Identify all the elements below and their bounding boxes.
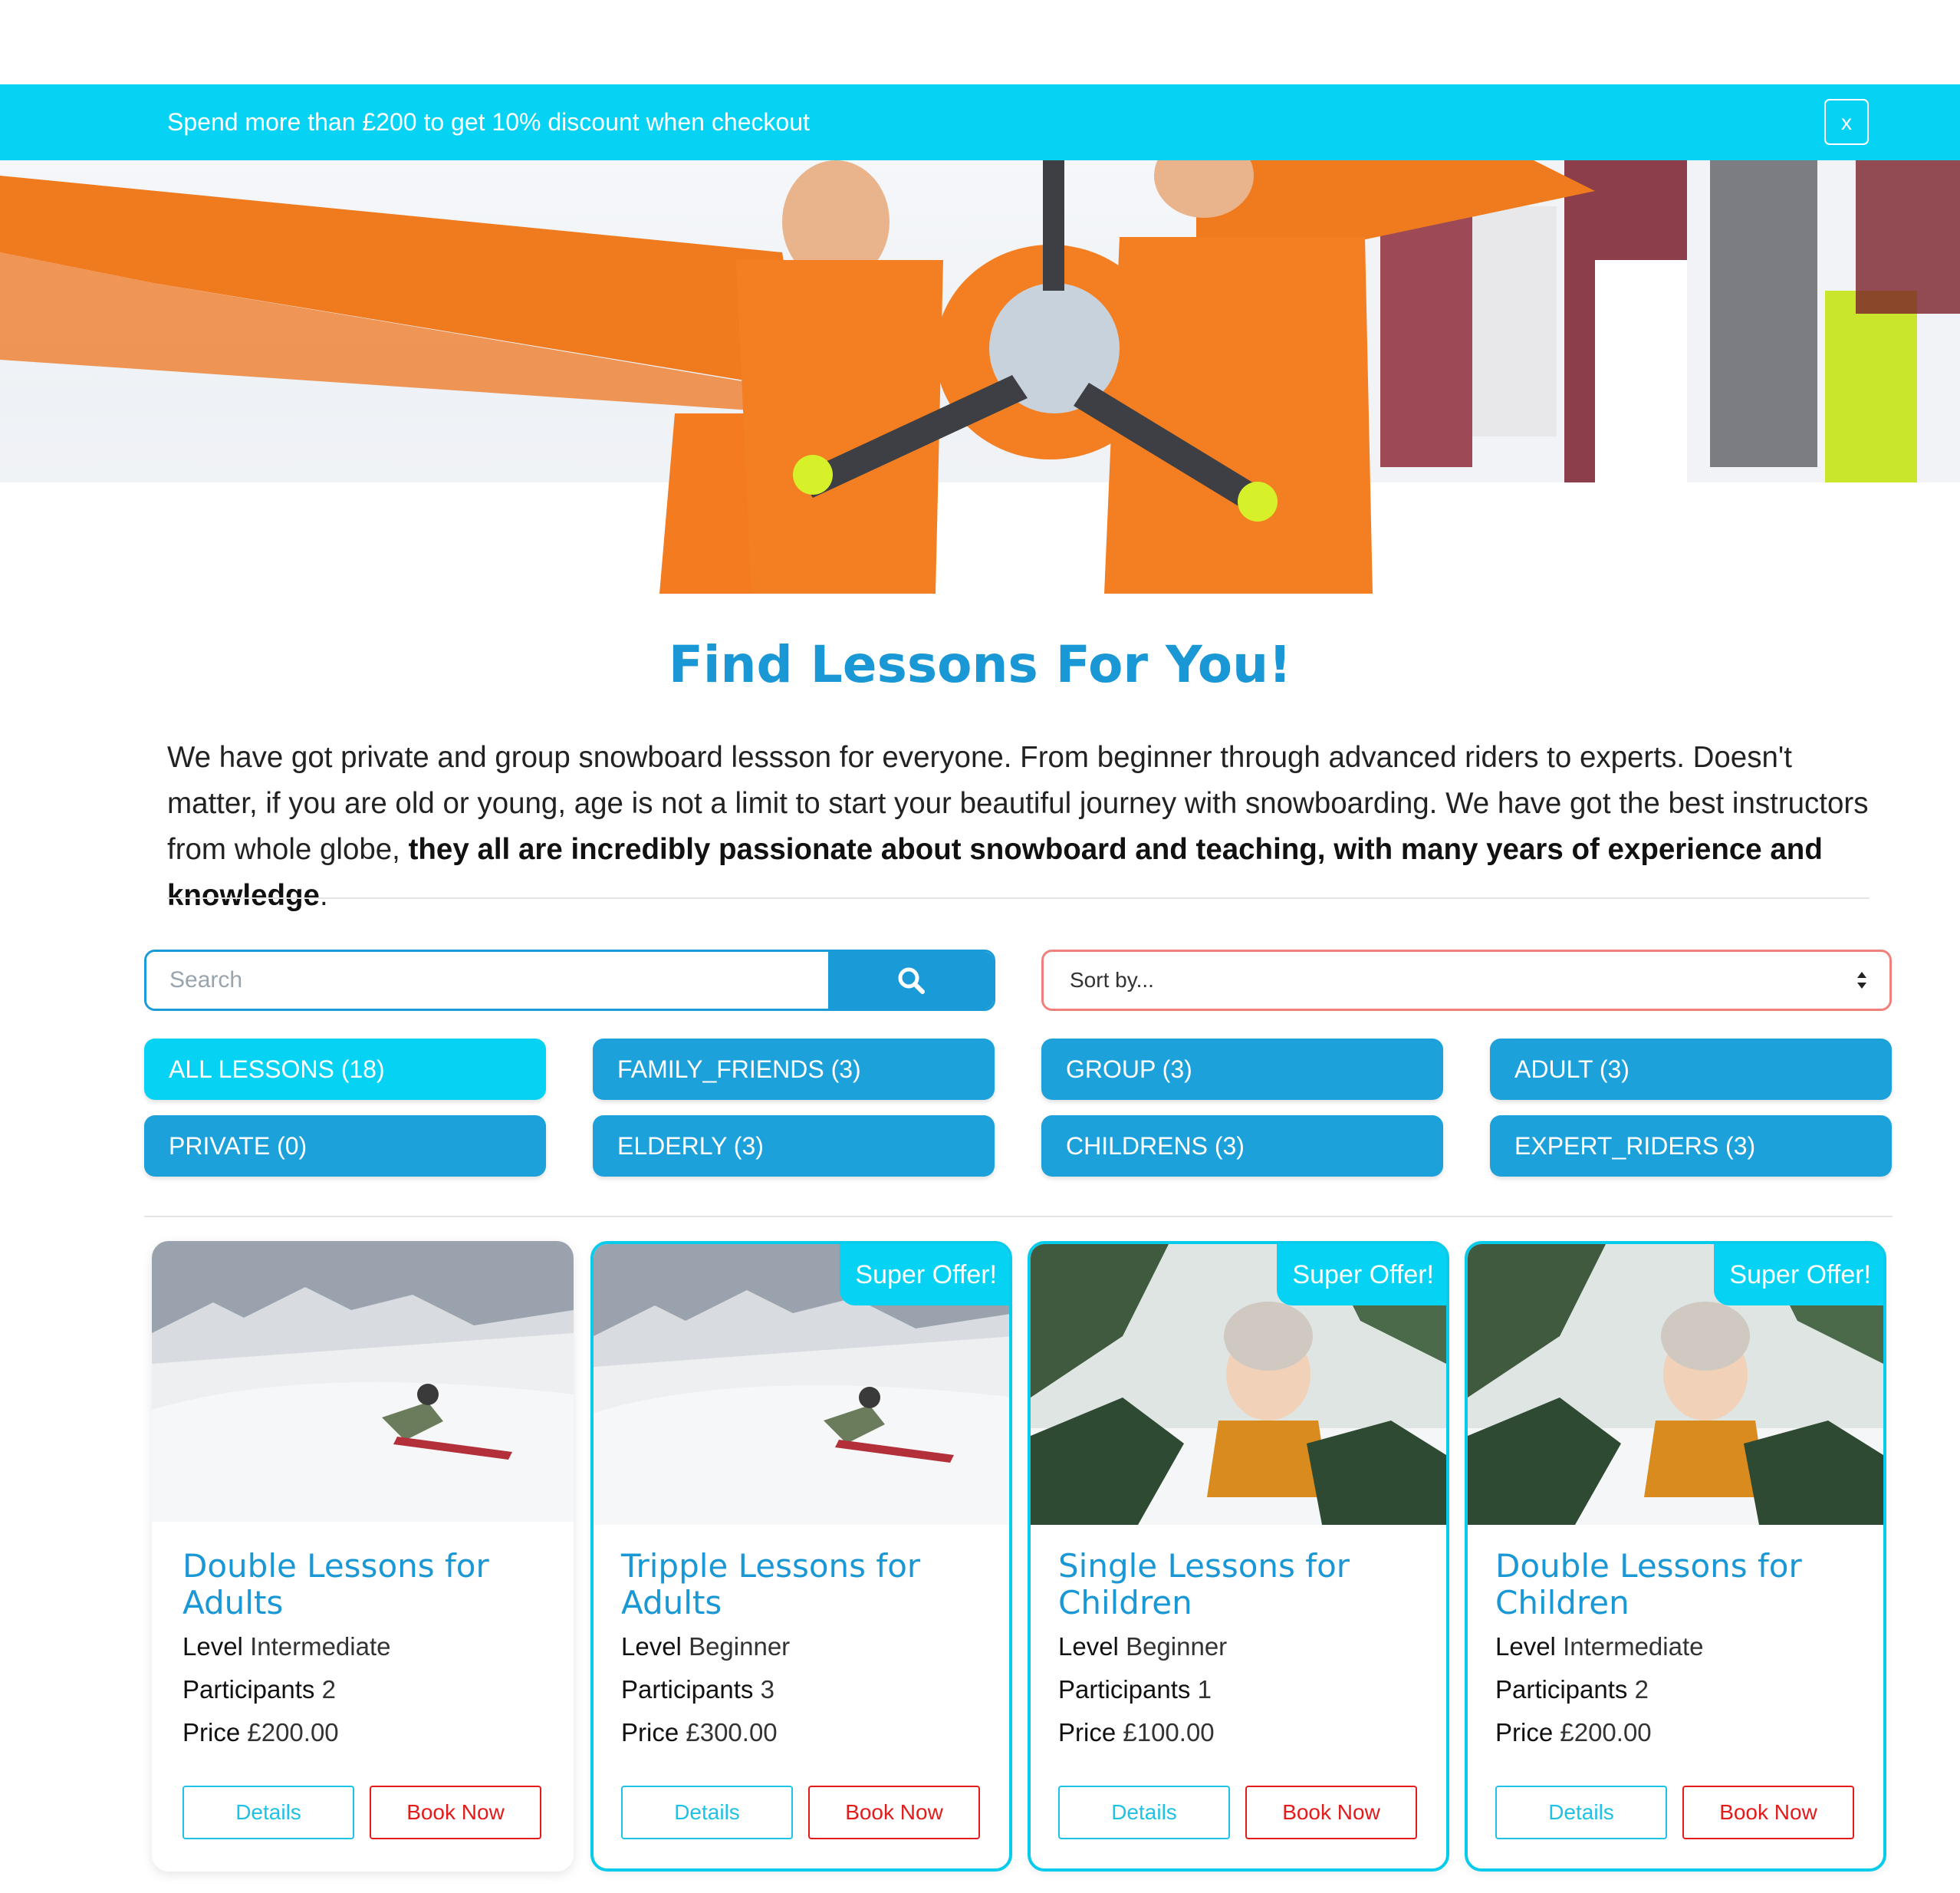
- filter-expert-riders[interactable]: EXPERT_RIDERS (3): [1490, 1115, 1892, 1177]
- search-bar: [144, 950, 995, 1011]
- price-value: £200.00: [247, 1718, 339, 1746]
- lesson-image-snowboarder: [152, 1241, 574, 1522]
- intro-divider: [167, 897, 1870, 899]
- filter-elderly[interactable]: ELDERLY (3): [593, 1115, 995, 1177]
- level-value: Beginner: [1126, 1632, 1228, 1661]
- search-button[interactable]: [828, 952, 993, 1009]
- filter-group[interactable]: GROUP (3): [1041, 1039, 1443, 1100]
- super-offer-badge: Super Offer!: [1277, 1244, 1446, 1305]
- lesson-title: Double Lessons for Children: [1495, 1547, 1802, 1621]
- price-label: Price: [183, 1718, 241, 1746]
- level-value: Intermediate: [250, 1632, 391, 1661]
- filter-family-friends[interactable]: FAMILY_FRIENDS (3): [593, 1039, 995, 1100]
- super-offer-badge: Super Offer!: [840, 1244, 1009, 1305]
- price-label: Price: [1495, 1718, 1554, 1746]
- sort-selected-value: Sort by...: [1070, 968, 1154, 992]
- details-button[interactable]: Details: [183, 1786, 354, 1839]
- level-value: Intermediate: [1563, 1632, 1704, 1661]
- lesson-level: Level Beginner: [1058, 1632, 1227, 1661]
- level-label: Level: [1495, 1632, 1556, 1661]
- book-now-button[interactable]: Book Now: [1682, 1786, 1854, 1839]
- participants-label: Participants: [1058, 1675, 1191, 1704]
- filters-divider: [144, 1216, 1893, 1217]
- participants-label: Participants: [1495, 1675, 1628, 1704]
- lesson-card: Super Offer! Tripple Lessons for Adults …: [590, 1241, 1012, 1872]
- level-label: Level: [621, 1632, 682, 1661]
- lesson-participants: Participants 2: [183, 1675, 336, 1704]
- intro-paragraph: We have got private and group snowboard …: [167, 735, 1870, 919]
- lesson-price: Price £200.00: [1495, 1718, 1652, 1747]
- book-now-button[interactable]: Book Now: [1245, 1786, 1417, 1839]
- details-button[interactable]: Details: [1058, 1786, 1230, 1839]
- price-value: £300.00: [686, 1718, 778, 1746]
- lesson-card: Super Offer! Double Lessons for Children…: [1465, 1241, 1886, 1872]
- page-title: Find Lessons For You!: [668, 635, 1292, 694]
- lesson-card: Super Offer! Single Lessons for Children…: [1028, 1241, 1449, 1872]
- level-label: Level: [1058, 1632, 1119, 1661]
- participants-label: Participants: [183, 1675, 315, 1704]
- sort-select[interactable]: Sort by...: [1041, 950, 1892, 1011]
- search-input[interactable]: [146, 952, 828, 1009]
- details-button[interactable]: Details: [1495, 1786, 1667, 1839]
- book-now-button[interactable]: Book Now: [370, 1786, 541, 1839]
- lesson-participants: Participants 1: [1058, 1675, 1212, 1704]
- filter-adult[interactable]: ADULT (3): [1490, 1039, 1892, 1100]
- level-value: Beginner: [689, 1632, 791, 1661]
- lesson-image-child: Super Offer!: [1468, 1244, 1883, 1525]
- participants-value: 3: [760, 1675, 774, 1704]
- lesson-title: Single Lessons for Children: [1058, 1547, 1350, 1621]
- promo-text: Spend more than £200 to get 10% discount…: [167, 108, 810, 136]
- price-value: £100.00: [1123, 1718, 1215, 1746]
- lesson-image-snowboarder: Super Offer!: [594, 1244, 1009, 1525]
- participants-value: 2: [321, 1675, 336, 1704]
- lesson-card: Double Lessons for Adults Level Intermed…: [152, 1241, 574, 1872]
- participants-label: Participants: [621, 1675, 754, 1704]
- level-label: Level: [183, 1632, 243, 1661]
- filter-private[interactable]: PRIVATE (0): [144, 1115, 546, 1177]
- filter-all-lessons[interactable]: ALL LESSONS (18): [144, 1039, 546, 1100]
- lesson-price: Price £100.00: [1058, 1718, 1215, 1747]
- book-now-button[interactable]: Book Now: [808, 1786, 980, 1839]
- close-promo-button[interactable]: x: [1824, 99, 1869, 145]
- intro-end: .: [319, 879, 328, 912]
- lesson-level: Level Beginner: [621, 1632, 790, 1661]
- hero-image: [0, 160, 1960, 594]
- details-button[interactable]: Details: [621, 1786, 793, 1839]
- super-offer-badge: Super Offer!: [1714, 1244, 1883, 1305]
- lesson-image-child: Super Offer!: [1031, 1244, 1446, 1525]
- lesson-level: Level Intermediate: [183, 1632, 391, 1661]
- promo-banner: Spend more than £200 to get 10% discount…: [0, 84, 1960, 160]
- lesson-participants: Participants 2: [1495, 1675, 1649, 1704]
- lesson-participants: Participants 3: [621, 1675, 774, 1704]
- filter-childrens[interactable]: CHILDRENS (3): [1041, 1115, 1443, 1177]
- sort-arrows-icon: [1857, 972, 1866, 989]
- lesson-title: Tripple Lessons for Adults: [621, 1547, 921, 1621]
- intro-bold-text: they all are incredibly passionate about…: [167, 833, 1823, 912]
- hero-illustration: [0, 160, 1960, 594]
- price-label: Price: [621, 1718, 679, 1746]
- lesson-price: Price £300.00: [621, 1718, 778, 1747]
- lesson-level: Level Intermediate: [1495, 1632, 1704, 1661]
- participants-value: 2: [1634, 1675, 1649, 1704]
- participants-value: 1: [1197, 1675, 1212, 1704]
- snowboarder-image: [152, 1241, 574, 1522]
- lesson-title: Double Lessons for Adults: [183, 1547, 489, 1621]
- search-icon: [898, 967, 925, 994]
- price-value: £200.00: [1560, 1718, 1652, 1746]
- price-label: Price: [1058, 1718, 1116, 1746]
- lesson-price: Price £200.00: [183, 1718, 339, 1747]
